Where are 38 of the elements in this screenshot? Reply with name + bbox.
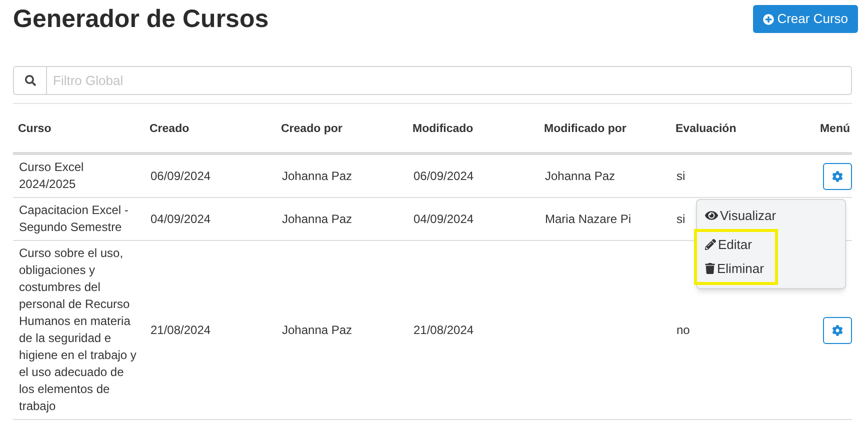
pencil-icon bbox=[705, 239, 716, 250]
table-cell: no bbox=[676, 323, 690, 337]
table-cell: si bbox=[676, 212, 686, 226]
search-icon bbox=[24, 75, 36, 86]
table-cell: si bbox=[676, 169, 686, 183]
table-cell: Johanna Paz bbox=[282, 169, 352, 183]
column-header: Creado bbox=[150, 123, 190, 135]
settings-icon bbox=[832, 324, 843, 336]
table-cell: Maria Nazare Pi bbox=[545, 212, 632, 226]
column-header: Evaluación bbox=[676, 123, 736, 135]
table-cell: 06/09/2024 bbox=[414, 169, 474, 183]
menu-item[interactable]: Eliminar bbox=[697, 256, 775, 280]
table-cell: Curso Excel 2024/2025 bbox=[19, 160, 84, 191]
menu-item[interactable]: Editar bbox=[697, 232, 775, 256]
page-title: Generador de Cursos bbox=[13, 4, 269, 34]
table-cell: 21/08/2024 bbox=[414, 323, 474, 337]
column-header: Menú bbox=[820, 123, 850, 135]
column-header: Curso bbox=[18, 123, 52, 135]
eye-icon bbox=[705, 209, 718, 222]
menu-item[interactable]: Visualizar bbox=[697, 204, 845, 228]
settings-button[interactable] bbox=[823, 162, 852, 190]
table-cell: Curso sobre el uso, obligaciones y costumbres del personal de Recurso Humanos en materia de la seguridad e higiene en el trabajo y el uso adecuado de los elementos de trabajo bbox=[19, 246, 136, 413]
table-cell: Johanna Paz bbox=[282, 212, 352, 226]
column-header: Modificado bbox=[412, 123, 474, 135]
create-course-button[interactable]: Crear Curso bbox=[753, 5, 858, 33]
column-header: Modificado por bbox=[544, 123, 626, 135]
table-cell: Johanna Paz bbox=[282, 323, 352, 337]
settings-button[interactable] bbox=[823, 316, 852, 344]
trash-icon bbox=[705, 263, 715, 274]
column-header: Creado por bbox=[281, 123, 342, 135]
plus-icon bbox=[763, 14, 774, 24]
table-cell: 04/09/2024 bbox=[414, 212, 474, 226]
table-cell: 21/08/2024 bbox=[150, 323, 211, 337]
settings-icon bbox=[832, 170, 843, 182]
table-cell: 06/09/2024 bbox=[150, 169, 211, 183]
table-cell: Capacitacion Excel - Segundo Semestre bbox=[19, 203, 128, 234]
table-cell: 04/09/2024 bbox=[150, 212, 211, 226]
table-cell: Johanna Paz bbox=[545, 169, 616, 183]
